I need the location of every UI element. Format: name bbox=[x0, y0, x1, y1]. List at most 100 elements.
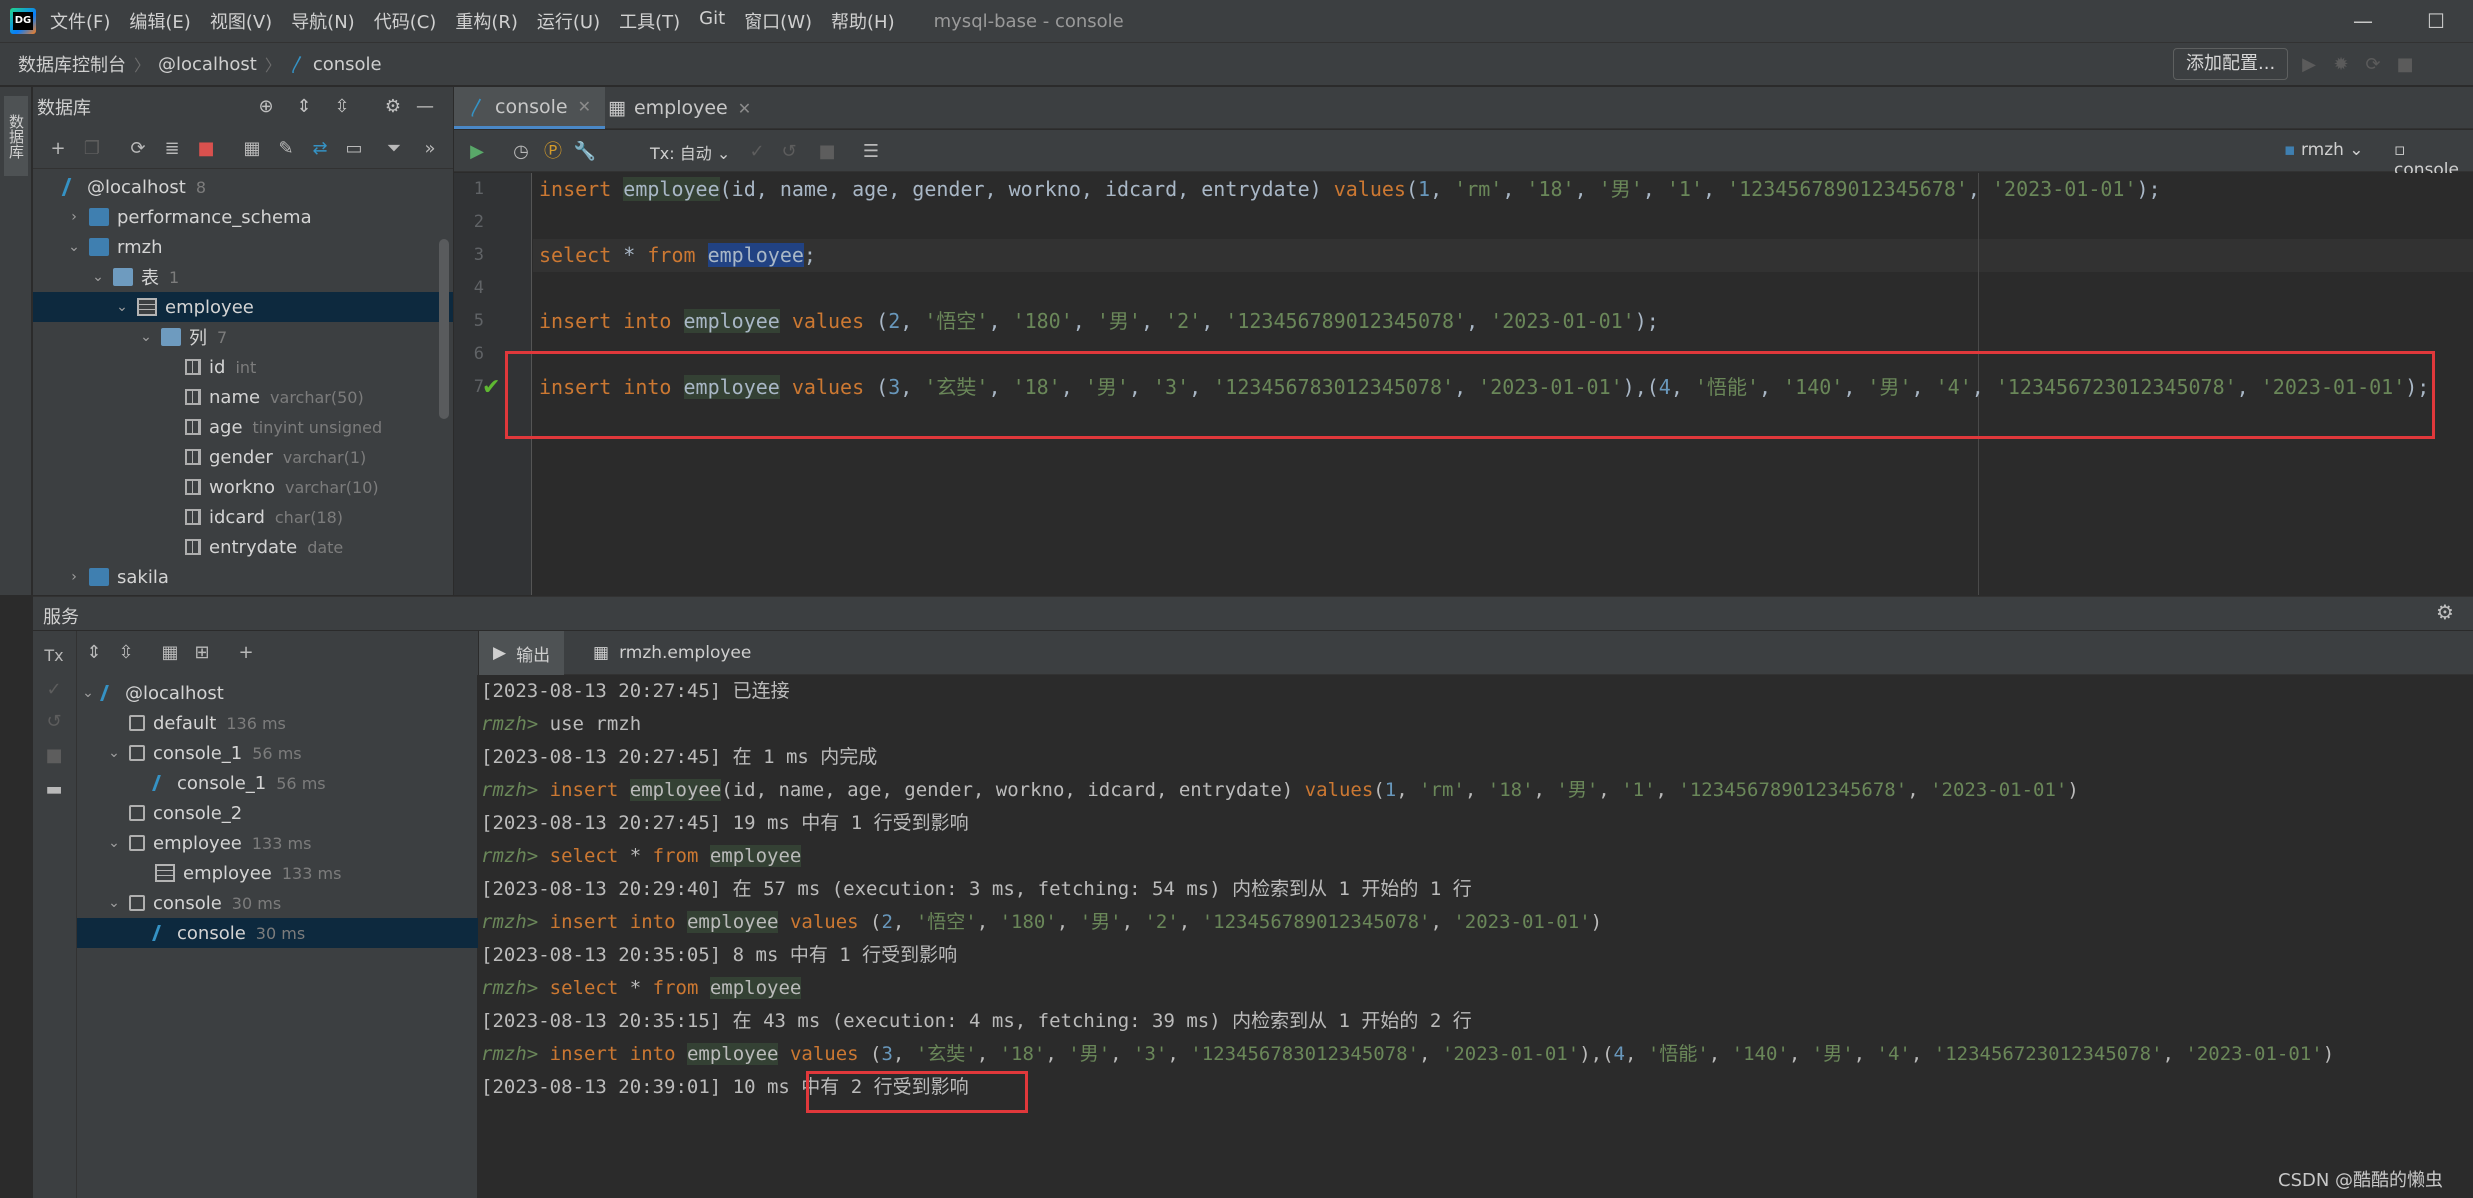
debug-icon[interactable]: ✹ bbox=[2329, 53, 2353, 77]
menu-item[interactable]: 编辑(E) bbox=[129, 8, 190, 34]
menu-item[interactable]: 代码(C) bbox=[374, 8, 437, 34]
tree-scrollbar[interactable] bbox=[439, 239, 449, 419]
collapse-all-icon[interactable]: ⇳ bbox=[330, 95, 354, 119]
commit-icon[interactable]: ✓ bbox=[41, 677, 67, 703]
code-line[interactable]: insert employee(id, name, age, gender, w… bbox=[539, 173, 2161, 206]
tree-toggle-icon[interactable]: ⌄ bbox=[105, 835, 123, 851]
tree-node[interactable]: gender varchar(1) bbox=[33, 442, 453, 472]
copy-icon[interactable]: ❐ bbox=[79, 136, 105, 162]
tree-toggle-icon[interactable]: ⌄ bbox=[137, 329, 155, 345]
minimize-icon[interactable]: — bbox=[2333, 0, 2393, 42]
tree-node[interactable]: ⌄ employee bbox=[33, 292, 453, 322]
maximize-icon[interactable]: ☐ bbox=[2406, 0, 2466, 42]
tree-node[interactable]: @localhost 8 bbox=[33, 172, 453, 202]
tree-toggle-icon[interactable]: ⌄ bbox=[105, 745, 123, 761]
menu-item[interactable]: 工具(T) bbox=[619, 8, 680, 34]
stop-icon[interactable]: ■ bbox=[2393, 53, 2417, 77]
globe-icon[interactable]: ⊕ bbox=[254, 95, 278, 119]
rollback-icon[interactable]: ↺ bbox=[776, 139, 802, 165]
service-node[interactable]: default 136 ms bbox=[77, 708, 478, 738]
schema-selector[interactable]: ▪ rmzh ⌄ bbox=[2284, 140, 2364, 160]
code-line[interactable]: select * from employee; bbox=[539, 239, 816, 272]
hide-icon[interactable]: — bbox=[413, 95, 437, 119]
menu-item[interactable]: 窗口(W) bbox=[744, 8, 812, 34]
edit-icon[interactable]: ✎ bbox=[273, 136, 299, 162]
layout-icon[interactable]: ▬ bbox=[41, 777, 67, 803]
tab-employee[interactable]: ▦ employee ✕ bbox=[594, 87, 765, 129]
service-node[interactable]: ⌄ console 30 ms bbox=[77, 888, 478, 918]
add-configuration-button[interactable]: 添加配置... bbox=[2173, 48, 2289, 80]
add-icon[interactable]: + bbox=[233, 640, 259, 666]
tree-node[interactable]: › performance_schema bbox=[33, 202, 453, 232]
menu-item[interactable]: 帮助(H) bbox=[831, 8, 895, 34]
gear-icon[interactable]: ⚙ bbox=[2436, 600, 2454, 624]
service-node[interactable]: console_2 bbox=[77, 798, 478, 828]
service-node[interactable]: ⌄ console_1 56 ms bbox=[77, 738, 478, 768]
tree-node[interactable]: › sakila bbox=[33, 562, 453, 592]
tree-node[interactable]: name varchar(50) bbox=[33, 382, 453, 412]
output-layout-icon[interactable]: ☰ bbox=[858, 139, 884, 165]
service-node[interactable]: ⌄ employee 133 ms bbox=[77, 828, 478, 858]
expand-all-icon[interactable]: ⇕ bbox=[292, 95, 316, 119]
tree-toggle-icon[interactable]: ⌄ bbox=[113, 299, 131, 315]
close-icon[interactable]: ✕ bbox=[738, 99, 751, 118]
tree-toggle-icon[interactable]: ⌄ bbox=[65, 239, 83, 255]
collapse-all-icon[interactable]: ⇳ bbox=[113, 640, 139, 666]
database-tool-window-button[interactable]: 数据库 bbox=[4, 96, 28, 176]
tree-toggle-icon[interactable]: › bbox=[65, 569, 83, 585]
explain-plan-icon[interactable]: Ⓟ bbox=[540, 139, 566, 165]
tree-node[interactable]: ⌄ 表 1 bbox=[33, 262, 453, 292]
tab-console[interactable]: 〳 console ✕ bbox=[454, 87, 606, 129]
menu-item[interactable]: 文件(F) bbox=[50, 8, 110, 34]
gear-icon[interactable]: ⚙ bbox=[381, 95, 405, 119]
tree-node[interactable]: workno varchar(10) bbox=[33, 472, 453, 502]
refresh-icon[interactable]: ⟳ bbox=[125, 136, 151, 162]
filter-icon[interactable]: ⊞ bbox=[189, 640, 215, 666]
rollback-icon[interactable]: ↺ bbox=[41, 709, 67, 735]
tx-toggle[interactable]: Tx bbox=[41, 643, 67, 669]
commit-icon[interactable]: ✓ bbox=[744, 139, 770, 165]
cancel-icon[interactable]: ■ bbox=[814, 139, 840, 165]
tab-output[interactable]: ▶ 输出 bbox=[479, 631, 565, 675]
service-node[interactable]: console 30 ms bbox=[77, 918, 478, 948]
tree-node[interactable]: age tinyint unsigned bbox=[33, 412, 453, 442]
group-icon[interactable]: ▦ bbox=[157, 640, 183, 666]
tree-toggle-icon[interactable]: › bbox=[65, 209, 83, 225]
transaction-mode-dropdown[interactable]: Tx: 自动 ⌄ bbox=[650, 140, 730, 164]
tab-result-employee[interactable]: ▦ rmzh.employee bbox=[579, 631, 765, 675]
menu-item[interactable]: 重构(R) bbox=[455, 8, 518, 34]
tree-toggle-icon[interactable]: ⌄ bbox=[79, 685, 97, 701]
schema-filter-icon[interactable]: ≣ bbox=[159, 136, 185, 162]
wrench-icon[interactable]: 🔧 bbox=[572, 139, 598, 165]
service-node[interactable]: employee 133 ms bbox=[77, 858, 478, 888]
tree-toggle-icon[interactable]: ⌄ bbox=[105, 895, 123, 911]
tree-node[interactable]: id int bbox=[33, 352, 453, 382]
close-icon[interactable]: ✕ bbox=[578, 97, 591, 116]
service-node[interactable]: console_1 56 ms bbox=[77, 768, 478, 798]
run-icon[interactable]: ▶ bbox=[2297, 53, 2321, 77]
menu-item[interactable]: Git bbox=[699, 8, 725, 34]
tree-toggle-icon[interactable]: ⌄ bbox=[89, 269, 107, 285]
table-icon[interactable]: ▦ bbox=[239, 136, 265, 162]
tree-node[interactable]: idcard char(18) bbox=[33, 502, 453, 532]
menu-item[interactable]: 导航(N) bbox=[291, 8, 355, 34]
filter-icon[interactable]: ⏷ bbox=[381, 136, 407, 162]
add-icon[interactable]: + bbox=[45, 136, 71, 162]
history-icon[interactable]: ◷ bbox=[508, 139, 534, 165]
expand-all-icon[interactable]: ⇕ bbox=[81, 640, 107, 666]
output-console[interactable]: [2023-08-13 20:27:45] 已连接 rmzh> use rmzh [… bbox=[479, 676, 2473, 1198]
app-logo-icon[interactable] bbox=[10, 8, 36, 34]
stop-icon[interactable]: ■ bbox=[41, 743, 67, 769]
stop-icon[interactable]: ■ bbox=[193, 136, 219, 162]
menu-item[interactable]: 运行(U) bbox=[537, 8, 600, 34]
coverage-icon[interactable]: ⟳ bbox=[2361, 53, 2385, 77]
ql-console-icon[interactable]: ▭ bbox=[341, 136, 367, 162]
tree-node[interactable]: entrydate date bbox=[33, 532, 453, 562]
execute-icon[interactable]: ▶ bbox=[464, 139, 490, 165]
menu-item[interactable]: 视图(V) bbox=[210, 8, 272, 34]
breadcrumb-host[interactable]: @localhost bbox=[158, 54, 257, 75]
tree-node[interactable]: ⌄ 列 7 bbox=[33, 322, 453, 352]
service-node[interactable]: ⌄ @localhost bbox=[77, 678, 478, 708]
tree-node[interactable]: ⌄ rmzh bbox=[33, 232, 453, 262]
more-icon[interactable]: » bbox=[417, 136, 443, 162]
